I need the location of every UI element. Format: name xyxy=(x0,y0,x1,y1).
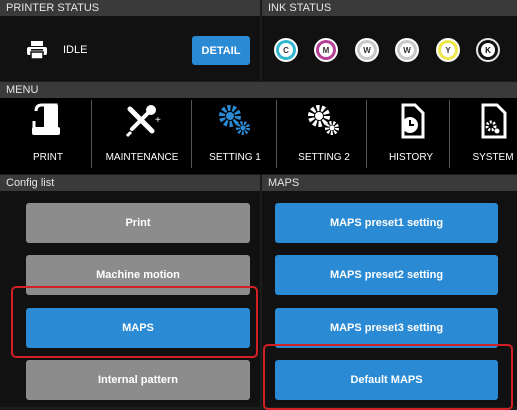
menu-item-label: SETTING 2 xyxy=(298,152,350,163)
config-internal-pattern-button[interactable]: Internal pattern xyxy=(26,360,250,400)
menu-item-label: SYSTEM xyxy=(472,152,514,163)
config-list-header: Config list xyxy=(0,175,260,191)
menu-separator xyxy=(276,100,277,168)
printer-icon xyxy=(26,39,48,66)
menu-item-label: MAINTENANCE xyxy=(105,152,179,163)
system-icon xyxy=(473,98,513,144)
menu-separator xyxy=(366,100,367,168)
ink-level-indicator: W xyxy=(355,38,379,62)
ink-letter: Y xyxy=(441,43,455,57)
maps-preset3-button[interactable]: MAPS preset3 setting xyxy=(275,308,498,348)
detail-button[interactable]: DETAIL xyxy=(192,36,250,65)
svg-text:+: + xyxy=(155,115,161,126)
maps-header: MAPS xyxy=(262,175,517,191)
maps-highlight-frame xyxy=(11,286,258,358)
menu-item-label: PRINT xyxy=(33,152,63,163)
menu-separator xyxy=(449,100,450,168)
printer-state-text: IDLE xyxy=(63,44,88,56)
ink-level-indicator: Y xyxy=(436,38,460,62)
maps-preset1-button[interactable]: MAPS preset1 setting xyxy=(275,203,498,243)
print-icon xyxy=(28,98,68,144)
maps-preset2-button[interactable]: MAPS preset2 setting xyxy=(275,255,498,295)
ink-level-indicator: W xyxy=(395,38,419,62)
history-icon xyxy=(391,98,431,144)
ink-level-indicator: C xyxy=(274,38,298,62)
menu-separator xyxy=(191,100,192,168)
menu-item-system[interactable]: SYSTEM xyxy=(453,98,517,170)
ink-letter: M xyxy=(319,43,333,57)
ink-level-indicator: M xyxy=(314,38,338,62)
ink-status-header: INK STATUS xyxy=(262,0,517,16)
menu-item-print[interactable]: PRINT xyxy=(8,98,88,170)
config-print-button[interactable]: Print xyxy=(26,203,250,243)
printer-status-header: PRINTER STATUS xyxy=(0,0,260,16)
maintenance-icon: + xyxy=(122,98,162,144)
default-maps-highlight-frame xyxy=(263,344,513,410)
menu-separator xyxy=(91,100,92,168)
ink-letter: W xyxy=(400,43,414,57)
menu-item-history[interactable]: HISTORY xyxy=(370,98,452,170)
menu-item-maintenance[interactable]: + MAINTENANCE xyxy=(95,98,189,170)
ink-letter: W xyxy=(360,43,374,57)
menu-item-setting-1[interactable]: SETTING 1 xyxy=(195,98,275,170)
menu-item-label: HISTORY xyxy=(388,152,434,163)
settings-icon xyxy=(215,98,255,144)
menu-header: MENU xyxy=(0,82,517,98)
settings-icon xyxy=(304,98,344,144)
ink-letter: C xyxy=(279,43,293,57)
ink-level-indicator: K xyxy=(476,38,500,62)
ink-letter: K xyxy=(481,43,495,57)
menu-item-setting-2[interactable]: SETTING 2 xyxy=(280,98,368,170)
menu-item-label: SETTING 1 xyxy=(209,152,261,163)
